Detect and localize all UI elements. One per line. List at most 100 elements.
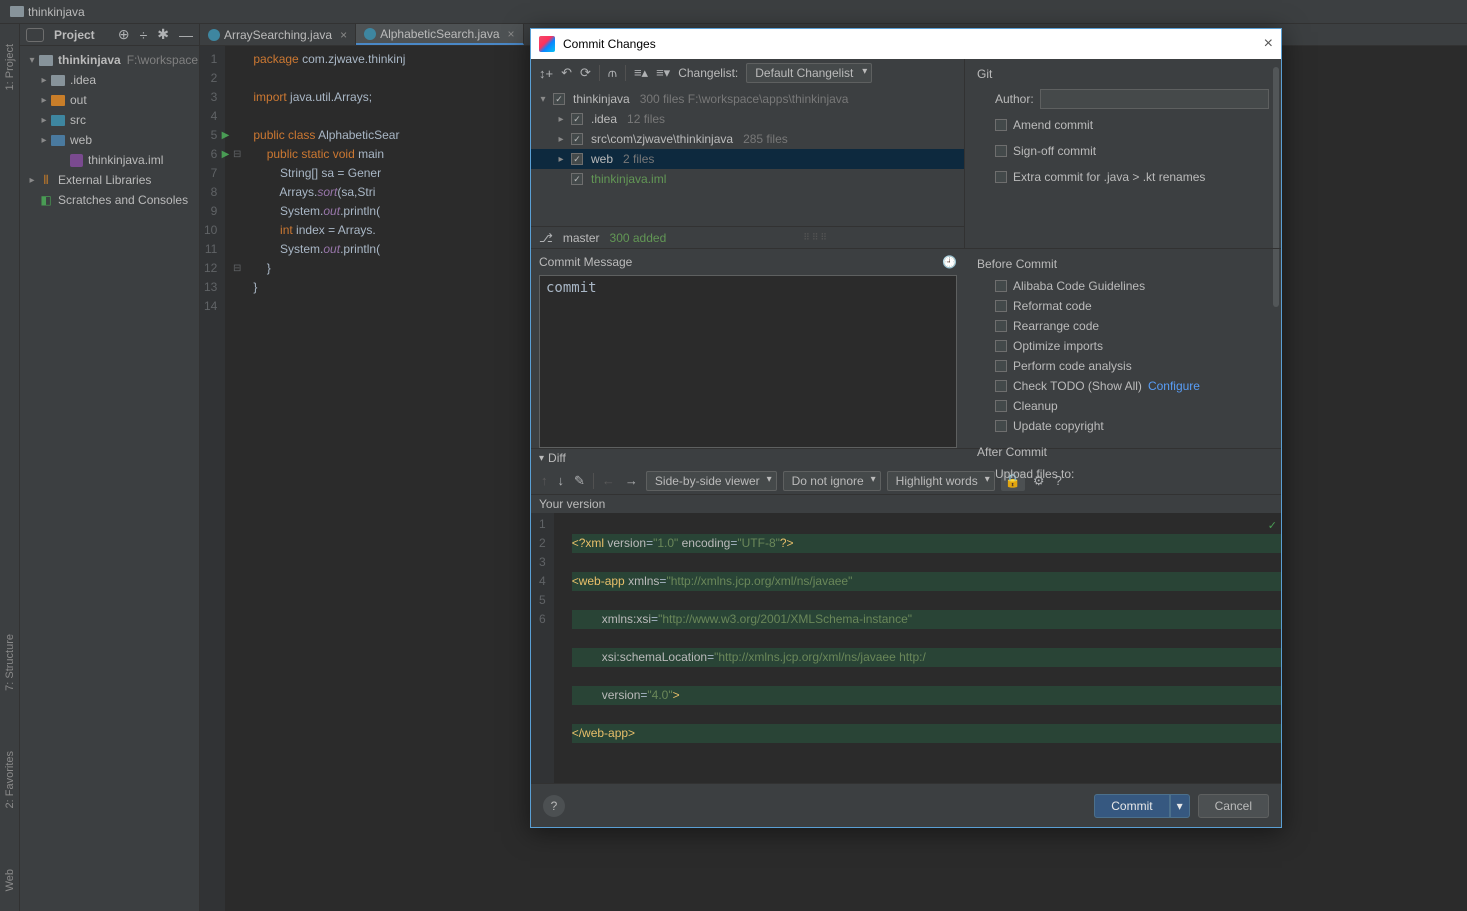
checkbox-reformat[interactable]: [995, 300, 1007, 312]
commit-files-panel: ↕+ ↶ ⟳ ⫙ ≡▴ ≡▾ Changelist: Default Chang…: [531, 59, 965, 248]
diff-panel: ▾Diff ↑ ↓ ✎ ← → Side-by-side viewer Do n…: [531, 448, 1281, 783]
tree-root[interactable]: ▾thinkinjavaF:\workspace: [20, 50, 199, 70]
next-diff-icon[interactable]: ↓: [556, 473, 567, 488]
checkbox[interactable]: [553, 93, 565, 105]
back-icon[interactable]: ←: [600, 473, 617, 488]
checkbox[interactable]: [571, 173, 583, 185]
expand-icon[interactable]: ≡▴: [634, 65, 648, 81]
tree-src[interactable]: ▸src: [20, 110, 199, 130]
checkbox-analysis[interactable]: [995, 360, 1007, 372]
tree-web[interactable]: ▸web: [20, 130, 199, 150]
tree-idea[interactable]: ▸.idea: [20, 70, 199, 90]
resize-grip[interactable]: ⠿⠿⠿: [676, 232, 956, 243]
configure-link[interactable]: Configure: [1148, 379, 1200, 393]
git-section-label: Git: [977, 67, 1269, 81]
diff-your-version-label: Your version: [531, 495, 1281, 513]
checkbox-todo[interactable]: [995, 380, 1007, 392]
diff-gutter: 123456: [531, 513, 554, 783]
changed-files-tree[interactable]: ▾thinkinjava300 files F:\workspace\apps\…: [531, 87, 964, 226]
tree-external[interactable]: ▸⫴External Libraries: [20, 170, 199, 190]
branch-name[interactable]: master: [563, 231, 600, 245]
checkbox-amend[interactable]: [995, 119, 1007, 131]
project-sidebar: Project ⊕ ÷ ✱ — ▾thinkinjavaF:\workspace…: [20, 24, 200, 911]
project-panel-title[interactable]: Project: [54, 28, 95, 42]
tree-out[interactable]: ▸out: [20, 90, 199, 110]
file-row-web[interactable]: ▸web2 files: [531, 149, 964, 169]
gutter-favorites[interactable]: 2: Favorites: [4, 751, 16, 808]
help-button[interactable]: ?: [543, 795, 565, 817]
commit-message-input[interactable]: [539, 275, 957, 448]
tab-arraysearching[interactable]: ArraySearching.java×: [200, 24, 356, 45]
project-tree[interactable]: ▾thinkinjavaF:\workspace ▸.idea ▸out ▸sr…: [20, 46, 199, 214]
breadcrumb-project[interactable]: thinkinjava: [28, 5, 85, 19]
checkbox-optimize[interactable]: [995, 340, 1007, 352]
show-diff-icon[interactable]: ↕+: [539, 66, 553, 81]
checkbox-alibaba[interactable]: [995, 280, 1007, 292]
file-row-src[interactable]: ▸src\com\zjwave\thinkinjava285 files: [531, 129, 964, 149]
highlight-dropdown[interactable]: Highlight words: [887, 471, 995, 491]
close-icon[interactable]: ×: [340, 28, 347, 42]
hide-icon[interactable]: —: [179, 27, 193, 43]
upload-label: Upload files to:: [995, 467, 1074, 481]
commit-dialog: Commit Changes × ↕+ ↶ ⟳ ⫙ ≡▴ ≡▾ Changeli…: [530, 28, 1282, 828]
gutter-structure[interactable]: 7: Structure: [4, 634, 16, 691]
checkbox[interactable]: [571, 113, 583, 125]
changelist-dropdown[interactable]: Default Changelist: [746, 63, 872, 83]
diff-viewer[interactable]: ✓ 123456 <?xml version="1.0" encoding="U…: [531, 513, 1281, 783]
checkbox-copyright[interactable]: [995, 420, 1007, 432]
history-icon[interactable]: 🕘: [942, 255, 957, 269]
viewer-dropdown[interactable]: Side-by-side viewer: [646, 471, 777, 491]
forward-icon[interactable]: →: [623, 473, 640, 488]
tab-alphabeticsearch[interactable]: AlphabeticSearch.java×: [356, 24, 523, 45]
branch-status-row: ⎇ master 300 added ⠿⠿⠿: [531, 226, 964, 248]
commit-dropdown-button[interactable]: ▾: [1170, 794, 1190, 818]
code-content[interactable]: package com.zjwave.thinkinj import java.…: [225, 46, 405, 911]
added-count: 300 added: [610, 231, 667, 245]
gear-icon[interactable]: ✱: [157, 26, 169, 43]
checkbox[interactable]: [571, 133, 583, 145]
ok-mark-icon: ✓: [1268, 517, 1277, 536]
locate-icon[interactable]: ⊕: [118, 26, 130, 43]
close-icon[interactable]: ×: [1264, 35, 1273, 53]
diff-content[interactable]: <?xml version="1.0" encoding="UTF-8"?> <…: [554, 513, 1281, 783]
commit-options-panel-2: Before Commit Alibaba Code Guidelines Re…: [965, 248, 1281, 448]
gutter-web[interactable]: Web: [4, 869, 16, 891]
close-icon[interactable]: ×: [508, 27, 515, 41]
checkbox-extra-rename[interactable]: [995, 171, 1007, 183]
revert-icon[interactable]: ↶: [561, 65, 572, 81]
file-row-iml[interactable]: thinkinjava.iml: [531, 169, 964, 189]
after-commit-label: After Commit: [977, 445, 1269, 459]
collapse-icon[interactable]: ÷: [140, 27, 148, 43]
run-gutter-icon[interactable]: ▶: [222, 126, 230, 145]
refresh-icon[interactable]: ⟳: [580, 65, 591, 81]
checkbox-signoff[interactable]: [995, 145, 1007, 157]
cancel-button[interactable]: Cancel: [1198, 794, 1269, 818]
run-gutter-icon[interactable]: ▶: [222, 145, 230, 164]
tree-iml[interactable]: thinkinjava.iml: [20, 150, 199, 170]
commit-message-panel: Commit Message 🕘: [531, 248, 965, 448]
group-icon[interactable]: ⫙: [608, 65, 617, 81]
before-commit-label: Before Commit: [977, 257, 1269, 271]
tree-scratches[interactable]: ◧Scratches and Consoles: [20, 190, 199, 210]
collapse-all-icon[interactable]: ≡▾: [656, 65, 670, 81]
commit-toolbar: ↕+ ↶ ⟳ ⫙ ≡▴ ≡▾ Changelist: Default Chang…: [531, 59, 964, 87]
prev-diff-icon[interactable]: ↑: [539, 473, 550, 488]
commit-message-label: Commit Message: [539, 255, 632, 269]
checkbox[interactable]: [571, 153, 583, 165]
dialog-titlebar[interactable]: Commit Changes ×: [531, 29, 1281, 59]
gutter-project[interactable]: 1: Project: [4, 44, 16, 90]
commit-button[interactable]: Commit: [1094, 794, 1169, 818]
project-view-icon[interactable]: [26, 28, 44, 42]
line-gutter: 1234 5▶ 6▶⊟ 7891011 12⊟ 1314: [200, 46, 225, 911]
folder-icon: [10, 6, 24, 17]
file-row-idea[interactable]: ▸.idea12 files: [531, 109, 964, 129]
ignore-dropdown[interactable]: Do not ignore: [783, 471, 881, 491]
author-input[interactable]: [1040, 89, 1269, 109]
edit-icon[interactable]: ✎: [572, 473, 587, 489]
file-row-root[interactable]: ▾thinkinjava300 files F:\workspace\apps\…: [531, 89, 964, 109]
checkbox-cleanup[interactable]: [995, 400, 1007, 412]
checkbox-rearrange[interactable]: [995, 320, 1007, 332]
java-class-icon: [208, 29, 220, 41]
author-label: Author:: [995, 92, 1034, 106]
dialog-footer: ? Commit ▾ Cancel: [531, 783, 1281, 827]
